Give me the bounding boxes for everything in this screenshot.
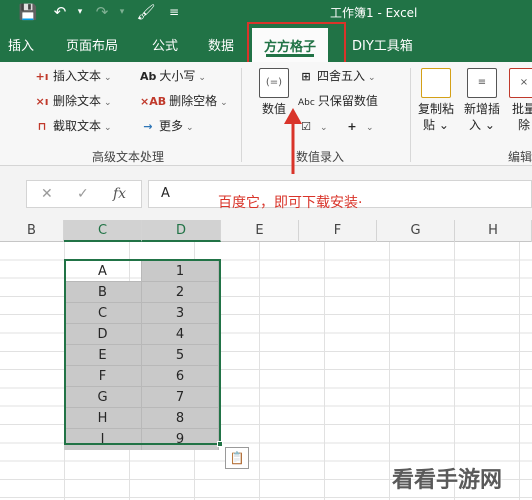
keep-values-button[interactable]: Abc 只保留数值 — [298, 91, 378, 111]
annotation-arrow-icon — [284, 108, 302, 174]
tab-formulas[interactable]: 公式 — [152, 35, 178, 54]
batch-delete-button[interactable]: × 批量 除 — [504, 68, 532, 133]
title-bar: 💾 ↶ ▾ ↷ ▾ 🖌 ≡ 工作簿1 - Excel — [0, 0, 532, 24]
more-icon: → — [143, 120, 153, 133]
format-painter-icon[interactable]: 🖌 — [136, 2, 156, 22]
more-button[interactable]: → 更多 ⌄ — [140, 116, 194, 136]
undo-icon[interactable]: ↶ — [50, 2, 70, 22]
batch-delete-icon: × — [509, 68, 532, 98]
column-header-f[interactable]: F — [299, 220, 377, 242]
column-header-b[interactable]: B — [0, 220, 64, 242]
ribbon-body: +ı 插入文本 ⌄ ×ı 删除文本 ⌄ ⊓ 截取文本 ⌄ Ab 大小写 ⌄ ×AB 删除空格 ⌄ →… — [0, 62, 532, 166]
round-icon: ⊞ — [301, 70, 311, 83]
redo-dropdown-icon[interactable]: ▾ — [112, 2, 132, 22]
extract-text-button[interactable]: ⊓ 截取文本 ⌄ — [34, 116, 112, 136]
watermark-text: 看看手游网 — [392, 468, 503, 493]
tab-insert[interactable]: 插入 — [8, 35, 34, 54]
case-icon: Ab — [140, 70, 157, 83]
delete-space-button[interactable]: ×AB 删除空格 ⌄ — [140, 91, 228, 111]
group-separator — [241, 68, 242, 162]
insert-function-icon[interactable]: fx — [113, 186, 126, 202]
column-header-h[interactable]: H — [455, 220, 532, 242]
chevron-down-icon: ⌄ — [320, 123, 328, 133]
chevron-down-icon: ⌄ — [366, 123, 374, 133]
selection-border — [64, 259, 221, 445]
tab-diy-toolbox[interactable]: DIY工具箱 — [352, 35, 413, 54]
round-button[interactable]: ⊞ 四舍五入 ⌄ — [298, 66, 376, 86]
chevron-down-icon: ⌄ — [104, 98, 112, 108]
window-title: 工作簿1 - Excel — [330, 6, 418, 20]
insert-rows-button[interactable]: ≡ 新增插 入 ⌄ — [460, 68, 504, 133]
save-icon[interactable]: 💾 — [18, 2, 38, 22]
enter-icon[interactable]: ✓ — [77, 186, 89, 202]
numeric-icon: (=) — [259, 68, 289, 98]
delete-text-button[interactable]: ×ı 删除文本 ⌄ — [34, 91, 112, 111]
group-separator — [410, 68, 411, 162]
copy-paste-button[interactable]: 复制粘 贴 ⌄ — [414, 68, 458, 133]
column-header-row: B C D E F G H — [0, 220, 532, 242]
chevron-down-icon: ⌄ — [104, 123, 112, 133]
tab-page-layout[interactable]: 页面布局 — [66, 35, 118, 54]
insert-text-icon: +ı — [35, 70, 49, 83]
clipboard-icon — [421, 68, 451, 98]
fill-handle[interactable] — [217, 441, 223, 447]
chevron-down-icon: ⌄ — [198, 73, 206, 83]
column-header-c[interactable]: C — [64, 220, 142, 242]
column-header-e[interactable]: E — [221, 220, 299, 242]
chevron-down-icon: ⌄ — [368, 73, 376, 83]
chevron-down-icon: ⌄ — [186, 123, 194, 133]
customize-icon[interactable]: ≡ — [164, 2, 184, 22]
insert-text-button[interactable]: +ı 插入文本 ⌄ — [34, 66, 112, 86]
redo-icon[interactable]: ↷ — [92, 2, 112, 22]
paste-options-icon[interactable]: 📋 — [225, 447, 249, 469]
insert-rows-icon: ≡ — [467, 68, 497, 98]
tab-highlight-box — [247, 22, 346, 67]
group-label-edit: 编辑 — [508, 150, 532, 164]
column-header-g[interactable]: G — [377, 220, 455, 242]
chevron-down-icon: ⌄ — [220, 98, 228, 108]
add-tool-button[interactable]: + ⌄ — [344, 116, 374, 136]
undo-dropdown-icon[interactable]: ▾ — [70, 2, 90, 22]
plus-icon: + — [347, 120, 357, 133]
formula-bar-controls: ✕ ✓ fx — [26, 180, 142, 208]
formula-value: A — [161, 186, 170, 201]
extract-text-icon: ⊓ — [37, 120, 47, 133]
cancel-icon[interactable]: ✕ — [41, 186, 53, 202]
chevron-down-icon: ⌄ — [481, 118, 495, 132]
chevron-down-icon: ⌄ — [104, 73, 112, 83]
delete-space-icon: ×AB — [140, 95, 167, 108]
column-header-d[interactable]: D — [142, 220, 221, 242]
group-label-advanced-text: 高级文本处理 — [92, 150, 165, 164]
case-button[interactable]: Ab 大小写 ⌄ — [140, 66, 206, 86]
chevron-down-icon: ⌄ — [435, 118, 449, 132]
tab-data[interactable]: 数据 — [208, 35, 234, 54]
annotation-text: 百度它，即可下载安装· — [218, 195, 363, 211]
delete-text-icon: ×ı — [35, 95, 49, 108]
